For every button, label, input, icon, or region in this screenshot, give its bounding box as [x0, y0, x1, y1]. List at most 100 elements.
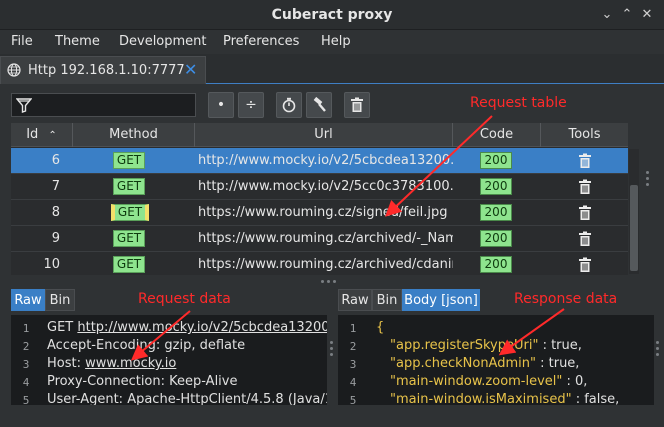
- method-badge: GET: [113, 230, 145, 247]
- splitter-grip[interactable]: [646, 177, 649, 180]
- column-id-label: Id: [26, 127, 39, 142]
- method-badge: GET: [113, 256, 145, 273]
- menu-development[interactable]: Development: [119, 34, 207, 49]
- tab-response-raw[interactable]: Raw: [338, 289, 372, 311]
- menu-file[interactable]: File: [11, 34, 33, 49]
- menu-help[interactable]: Help: [321, 34, 351, 49]
- json-key: "app.registerSkypeUri": [390, 338, 539, 353]
- build-button[interactable]: [306, 92, 332, 118]
- delete-row-icon[interactable]: [578, 231, 592, 247]
- line-text: GET: [47, 320, 78, 335]
- row-url: https://www.rouming.cz/signed/feil.jpg: [198, 205, 448, 220]
- clear-button[interactable]: [344, 92, 370, 118]
- method-badge: GET: [111, 204, 149, 221]
- row-url: https://www.rouming.cz/archived/-_Nam_..…: [198, 231, 453, 246]
- json-key: "app.checkNonAdmin": [390, 356, 536, 371]
- json-key: "main-window.zoom-level": [390, 374, 563, 389]
- menu-theme[interactable]: Theme: [55, 34, 100, 49]
- tab-response-body-json[interactable]: Body [json]: [402, 289, 480, 311]
- delete-row-icon[interactable]: [578, 153, 592, 169]
- globe-icon: [7, 63, 21, 77]
- table-row[interactable]: 10 GET https://www.rouming.cz/archived/c…: [11, 252, 628, 275]
- row-id: 9: [51, 231, 60, 246]
- method-badge: GET: [113, 178, 145, 195]
- request-line: User-Agent: Apache-HttpClient/4.5.8 (Jav…: [47, 392, 327, 405]
- status-badge: 200: [480, 230, 512, 247]
- table-scrollbar[interactable]: [629, 149, 639, 274]
- line-number: 5: [349, 394, 357, 405]
- delete-row-icon[interactable]: [578, 179, 592, 195]
- split-button[interactable]: ÷: [238, 92, 264, 118]
- json-value: : true,: [538, 338, 582, 353]
- splitter-grip[interactable]: [646, 171, 649, 174]
- response-line: "app.checkNonAdmin" : true,: [390, 356, 579, 371]
- line-number: 2: [22, 340, 30, 353]
- splitter-grip[interactable]: [330, 353, 333, 356]
- splitter-grip[interactable]: [330, 341, 333, 344]
- column-id[interactable]: Id ⌃: [11, 123, 73, 147]
- tab-request-raw[interactable]: Raw: [11, 289, 45, 311]
- host-link[interactable]: www.mocky.io: [85, 356, 176, 371]
- hammer-icon: [313, 96, 326, 112]
- timer-button[interactable]: [276, 92, 302, 118]
- request-data-view[interactable]: 1 GET http://www.mocky.io/v2/5cbcdea1320…: [11, 315, 327, 405]
- row-url: http://www.mocky.io/v2/5cbcdea13200...: [198, 153, 453, 168]
- status-badge: 200: [480, 178, 512, 195]
- menu-bar: File Theme Development Preferences Help: [0, 30, 664, 54]
- request-table: Id ⌃ Method Url Code Tools 6 GET http://…: [11, 123, 628, 275]
- request-line: Accept-Encoding: gzip, deflate: [47, 338, 246, 353]
- splitter-grip[interactable]: [656, 341, 659, 344]
- annotation-request-table: Request table: [470, 95, 567, 111]
- delete-row-icon[interactable]: [578, 257, 592, 273]
- request-line: Host: www.mocky.io: [47, 356, 176, 371]
- row-url: https://www.rouming.cz/archived/cdanim..…: [198, 257, 453, 272]
- response-data-view[interactable]: 1 { 2 "app.registerSkypeUri" : true, 3 "…: [338, 315, 654, 405]
- table-row[interactable]: 7 GET http://www.mocky.io/v2/5cc0c378310…: [11, 174, 628, 200]
- tab-label: Http 192.168.1.10:7777: [28, 63, 185, 78]
- line-text: Host:: [47, 356, 86, 371]
- column-url[interactable]: Url: [195, 123, 453, 147]
- table-row[interactable]: 8 GET https://www.rouming.cz/signed/feil…: [11, 200, 628, 226]
- line-number: 2: [349, 340, 357, 353]
- column-code[interactable]: Code: [453, 123, 541, 147]
- tab-request-bin[interactable]: Bin: [45, 289, 75, 311]
- request-line: GET http://www.mocky.io/v2/5cbcdea13200: [47, 320, 327, 335]
- status-badge: 200: [480, 204, 512, 221]
- tab-close-icon[interactable]: ✕: [184, 60, 197, 79]
- column-method[interactable]: Method: [73, 123, 195, 147]
- filter-field: [11, 93, 196, 117]
- json-key: "main-window.isMaximised": [390, 392, 572, 405]
- filter-input[interactable]: [38, 96, 188, 114]
- table-header: Id ⌃ Method Url Code Tools: [11, 123, 628, 147]
- request-url-link[interactable]: http://www.mocky.io/v2/5cbcdea13200: [77, 320, 327, 335]
- annotation-response-data: Response data: [514, 291, 618, 307]
- delete-row-icon[interactable]: [578, 205, 592, 221]
- splitter-grip[interactable]: [656, 353, 659, 356]
- line-number: 4: [349, 376, 357, 389]
- menu-preferences[interactable]: Preferences: [223, 34, 299, 49]
- request-tabs: Raw Bin: [11, 289, 131, 311]
- column-tools[interactable]: Tools: [541, 123, 628, 147]
- splitter-grip[interactable]: [321, 280, 324, 283]
- tab-http-proxy[interactable]: Http 192.168.1.10:7777 ✕: [0, 56, 206, 84]
- tab-response-bin[interactable]: Bin: [372, 289, 402, 311]
- splitter-grip[interactable]: [330, 347, 333, 350]
- row-url: http://www.mocky.io/v2/5cc0c3783100...: [198, 179, 453, 194]
- close-icon[interactable]: ✕: [640, 8, 654, 22]
- status-badge: 200: [480, 256, 512, 273]
- filter-icon: [16, 98, 32, 113]
- dot-button[interactable]: •: [208, 92, 234, 118]
- response-line: "main-window.zoom-level" : 0,: [390, 374, 587, 389]
- table-row[interactable]: 6 GET http://www.mocky.io/v2/5cbcdea1320…: [11, 148, 628, 174]
- trash-icon: [351, 97, 363, 112]
- splitter-grip[interactable]: [646, 183, 649, 186]
- table-row[interactable]: 9 GET https://www.rouming.cz/archived/-_…: [11, 226, 628, 252]
- splitter-grip[interactable]: [656, 347, 659, 350]
- line-number: 3: [22, 358, 30, 371]
- scrollbar-thumb[interactable]: [630, 185, 638, 271]
- splitter-grip[interactable]: [333, 280, 336, 283]
- splitter-grip[interactable]: [327, 280, 330, 283]
- minimize-icon[interactable]: ⌄: [600, 8, 614, 22]
- line-number: 4: [22, 376, 30, 389]
- maximize-icon[interactable]: ⌃: [620, 8, 634, 22]
